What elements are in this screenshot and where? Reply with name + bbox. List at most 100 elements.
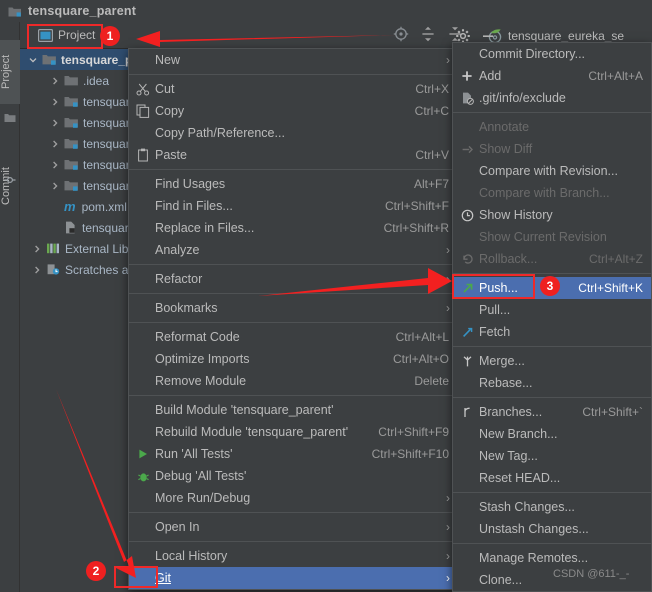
menu-label: Commit Directory... bbox=[479, 47, 586, 61]
menu-label: Refactor bbox=[155, 272, 203, 286]
copy-icon bbox=[135, 103, 151, 119]
chevron-right-icon[interactable] bbox=[50, 118, 60, 128]
chevron-right-icon[interactable] bbox=[50, 160, 60, 170]
menu-item-cut[interactable]: Cut Ctrl+X bbox=[129, 78, 457, 100]
menu-item-show-diff: Show Diff bbox=[453, 138, 651, 160]
no-icon bbox=[135, 351, 151, 367]
locate-icon[interactable] bbox=[393, 26, 409, 42]
menu-separator bbox=[453, 397, 651, 398]
menu-item-replace-in-files[interactable]: Replace in Files... Ctrl+Shift+R bbox=[129, 217, 457, 239]
menu-accel: Alt+F7 bbox=[413, 177, 449, 191]
menu-item-merge[interactable]: Merge... bbox=[453, 350, 651, 372]
run-play-icon bbox=[135, 446, 151, 462]
menu-label: New Tag... bbox=[479, 449, 538, 463]
no-icon bbox=[135, 220, 151, 236]
menu-item-git[interactable]: Git › bbox=[129, 567, 457, 589]
run-config-label[interactable]: tensquare_eureka_se bbox=[508, 29, 624, 43]
menu-item-branches[interactable]: Branches... Ctrl+Shift+` bbox=[453, 401, 651, 423]
project-header-icon-group bbox=[393, 26, 463, 42]
submenu-chevron-icon: › bbox=[446, 301, 450, 315]
menu-item-compare-with-revision[interactable]: Compare with Revision... bbox=[453, 160, 651, 182]
menu-separator bbox=[129, 74, 457, 75]
menu-item-show-current-revision: Show Current Revision bbox=[453, 226, 651, 248]
menu-item-unstash-changes[interactable]: Unstash Changes... bbox=[453, 518, 651, 540]
no-icon bbox=[135, 490, 151, 506]
menu-accel: Ctrl+V bbox=[415, 148, 449, 162]
window-title: tensquare_parent bbox=[28, 4, 137, 18]
sidebar-tab-project[interactable]: Project bbox=[0, 40, 20, 104]
menu-item-git-info-exclude[interactable]: .git/info/exclude bbox=[453, 87, 651, 109]
menu-item-copy-path-reference[interactable]: Copy Path/Reference... bbox=[129, 122, 457, 144]
menu-item-open-in[interactable]: Open In › bbox=[129, 516, 457, 538]
no-icon bbox=[459, 499, 475, 515]
menu-item-reset-head[interactable]: Reset HEAD... bbox=[453, 467, 651, 489]
menu-item-remove-module[interactable]: Remove Module Delete bbox=[129, 370, 457, 392]
menu-item-stash-changes[interactable]: Stash Changes... bbox=[453, 496, 651, 518]
chevron-right-icon[interactable] bbox=[50, 76, 60, 86]
menu-item-rollback: Rollback... Ctrl+Alt+Z bbox=[453, 248, 651, 270]
menu-item-add[interactable]: Add Ctrl+Alt+A bbox=[453, 65, 651, 87]
menu-accel: Ctrl+Shift+F9 bbox=[378, 425, 449, 439]
menu-accel: Ctrl+Shift+K bbox=[578, 281, 643, 295]
menu-item-rebuild-module[interactable]: Rebuild Module 'tensquare_parent' Ctrl+S… bbox=[129, 421, 457, 443]
menu-item-analyze[interactable]: Analyze › bbox=[129, 239, 457, 261]
menu-label: Merge... bbox=[479, 354, 525, 368]
annotation-badge-3: 3 bbox=[540, 276, 560, 296]
menu-separator bbox=[453, 492, 651, 493]
menu-item-show-history[interactable]: Show History bbox=[453, 204, 651, 226]
git-submenu[interactable]: Commit Directory... Add Ctrl+Alt+A .git/… bbox=[452, 42, 652, 592]
menu-item-find-usages[interactable]: Find Usages Alt+F7 bbox=[129, 173, 457, 195]
menu-label: More Run/Debug bbox=[155, 491, 251, 505]
no-icon bbox=[459, 572, 475, 588]
menu-item-pull[interactable]: Pull... bbox=[453, 299, 651, 321]
menu-item-debug-all-tests[interactable]: Debug 'All Tests' bbox=[129, 465, 457, 487]
no-icon bbox=[135, 402, 151, 418]
sidebar-tab-commit[interactable]: Commit bbox=[0, 150, 20, 222]
submenu-chevron-icon: › bbox=[446, 571, 450, 585]
menu-item-copy[interactable]: Copy Ctrl+C bbox=[129, 100, 457, 122]
menu-item-paste[interactable]: Paste Ctrl+V bbox=[129, 144, 457, 166]
no-icon bbox=[135, 424, 151, 440]
menu-label: Copy bbox=[155, 104, 185, 118]
expand-all-icon[interactable] bbox=[420, 26, 436, 42]
chevron-right-icon[interactable] bbox=[32, 244, 42, 254]
project-icon bbox=[4, 114, 16, 122]
menu-item-build-module[interactable]: Build Module 'tensquare_parent' bbox=[129, 399, 457, 421]
no-icon bbox=[135, 570, 151, 586]
menu-item-new[interactable]: New › bbox=[129, 49, 457, 71]
menu-item-commit-directory[interactable]: Commit Directory... bbox=[453, 43, 651, 65]
menu-item-manage-remotes[interactable]: Manage Remotes... bbox=[453, 547, 651, 569]
menu-item-new-branch[interactable]: New Branch... bbox=[453, 423, 651, 445]
no-icon bbox=[135, 329, 151, 345]
menu-accel: Ctrl+Alt+L bbox=[395, 330, 449, 344]
no-icon bbox=[135, 198, 151, 214]
menu-item-fetch[interactable]: Fetch bbox=[453, 321, 651, 343]
commit-icon bbox=[4, 176, 16, 184]
menu-label: Optimize Imports bbox=[155, 352, 250, 366]
menu-item-local-history[interactable]: Local History › bbox=[129, 545, 457, 567]
menu-item-refactor[interactable]: Refactor › bbox=[129, 268, 457, 290]
menu-item-new-tag[interactable]: New Tag... bbox=[453, 445, 651, 467]
project-tab-button[interactable]: Project bbox=[32, 26, 101, 44]
menu-item-bookmarks[interactable]: Bookmarks › bbox=[129, 297, 457, 319]
chevron-right-icon[interactable] bbox=[32, 265, 42, 275]
menu-item-find-in-files[interactable]: Find in Files... Ctrl+Shift+F bbox=[129, 195, 457, 217]
menu-item-reformat-code[interactable]: Reformat Code Ctrl+Alt+L bbox=[129, 326, 457, 348]
menu-item-optimize-imports[interactable]: Optimize Imports Ctrl+Alt+O bbox=[129, 348, 457, 370]
menu-label: Run 'All Tests' bbox=[155, 447, 233, 461]
chevron-right-icon[interactable] bbox=[50, 181, 60, 191]
menu-item-run-all-tests[interactable]: Run 'All Tests' Ctrl+Shift+F10 bbox=[129, 443, 457, 465]
project-context-menu[interactable]: New › Cut Ctrl+X Copy Ctrl+C Copy Path/R… bbox=[128, 48, 458, 590]
chevron-down-icon[interactable] bbox=[28, 55, 38, 65]
menu-accel: Ctrl+Alt+O bbox=[392, 352, 449, 366]
menu-separator bbox=[453, 543, 651, 544]
branch-icon bbox=[459, 404, 475, 420]
chevron-right-icon[interactable] bbox=[50, 139, 60, 149]
no-icon bbox=[459, 229, 475, 245]
window-titlebar: tensquare_parent bbox=[0, 0, 652, 22]
chevron-right-icon[interactable] bbox=[50, 97, 60, 107]
menu-label: Annotate bbox=[479, 120, 530, 134]
no-icon bbox=[459, 185, 475, 201]
menu-item-rebase[interactable]: Rebase... bbox=[453, 372, 651, 394]
menu-item-more-run-debug[interactable]: More Run/Debug › bbox=[129, 487, 457, 509]
